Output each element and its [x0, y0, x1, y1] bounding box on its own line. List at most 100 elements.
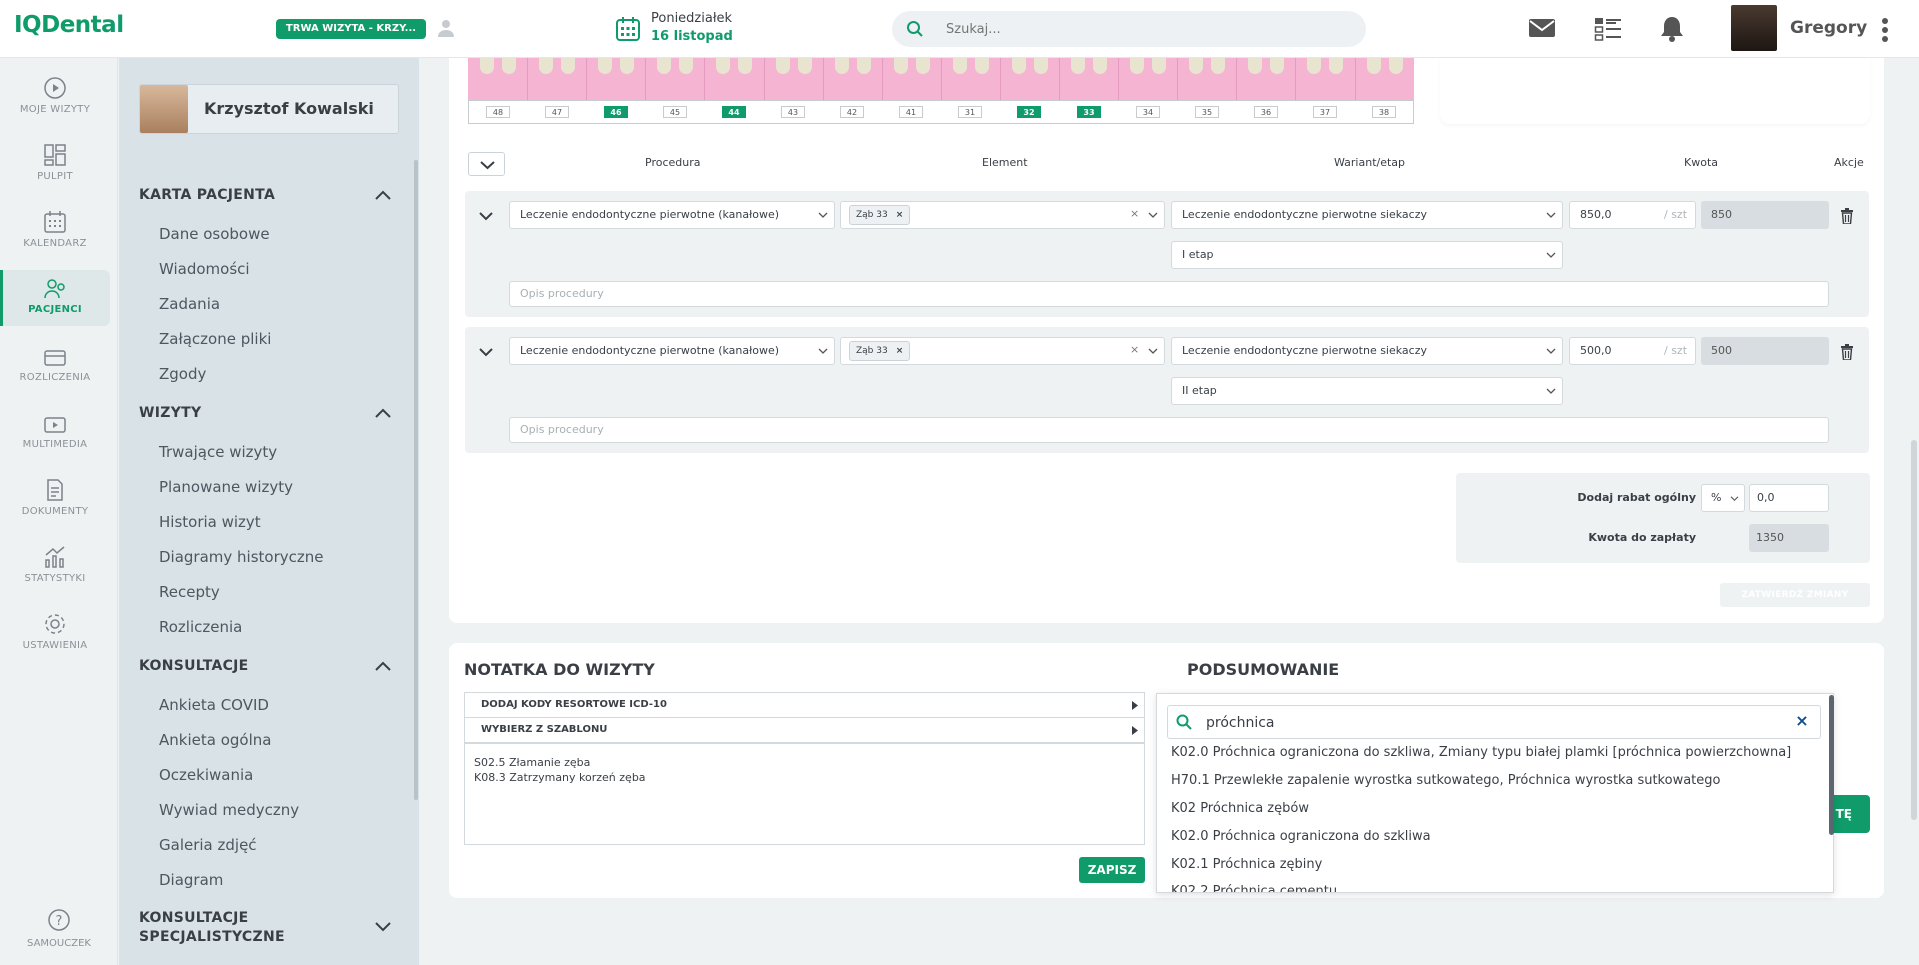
app-logo[interactable]: IQDental: [14, 12, 124, 38]
tooth-number-41[interactable]: 41: [899, 106, 923, 118]
icd-search-input[interactable]: [1206, 712, 1766, 734]
tooth-number-48[interactable]: 48: [486, 106, 510, 118]
tooth-tag[interactable]: Ząb 33 ×: [849, 341, 911, 361]
sidebar-item-prescriptions[interactable]: Recepty: [159, 583, 220, 601]
sidebar-item-planned-visits[interactable]: Planowane wizyty: [159, 478, 293, 496]
clear-icon[interactable]: ×: [1130, 207, 1139, 220]
visit-status-badge[interactable]: TRWA WIZYTA - KRZY...: [276, 19, 426, 39]
nav-my-visits[interactable]: MOJE WIZYTY: [0, 76, 110, 132]
discount-input[interactable]: 0,0: [1749, 484, 1829, 512]
tooth-number-31[interactable]: 31: [958, 106, 982, 118]
section-patient-card[interactable]: KARTA PACJENTA: [139, 187, 275, 203]
chevron-up-icon[interactable]: [374, 660, 392, 672]
icd-option[interactable]: K02.2 Próchnica cementu: [1171, 884, 1337, 892]
stage-select[interactable]: II etap: [1171, 377, 1563, 405]
nav-settlements[interactable]: ROZLICZENIA: [0, 348, 110, 404]
sidebar-item-expectations[interactable]: Oczekiwania: [159, 766, 253, 784]
tooth-number-34[interactable]: 34: [1136, 106, 1160, 118]
add-icd-codes-accordion[interactable]: DODAJ KODY RESORTOWE ICD-10: [464, 692, 1145, 718]
sidebar-item-covid-survey[interactable]: Ankieta COVID: [159, 696, 269, 714]
user-icon[interactable]: [436, 18, 456, 38]
sidebar-item-historical-diagrams[interactable]: Diagramy historyczne: [159, 548, 324, 566]
chevron-down-icon[interactable]: [374, 921, 392, 933]
tooth-number-42[interactable]: 42: [840, 106, 864, 118]
nav-multimedia[interactable]: MULTIMEDIA: [0, 415, 110, 471]
icd-option[interactable]: K02 Próchnica zębów: [1171, 801, 1309, 816]
icd-option[interactable]: K02.1 Próchnica zębiny: [1171, 857, 1322, 872]
user-avatar[interactable]: [1731, 5, 1777, 51]
tooth-number-38[interactable]: 38: [1372, 106, 1396, 118]
icd-option[interactable]: K02.0 Próchnica ograniczona do szkliwa, …: [1171, 745, 1791, 760]
sidebar-item-consents[interactable]: Zgody: [159, 365, 206, 383]
section-specialist-consultations[interactable]: KONSULTACJE SPECJALISTYCZNE: [139, 909, 359, 947]
nav-settings[interactable]: USTAWIENIA: [0, 612, 110, 668]
procedure-description[interactable]: Opis procedury: [509, 417, 1829, 443]
procedure-description[interactable]: Opis procedury: [509, 281, 1829, 307]
sidebar-item-ongoing-visits[interactable]: Trwające wizyty: [159, 443, 277, 461]
procedure-select[interactable]: Leczenie endodontyczne pierwotne (kanało…: [509, 201, 835, 229]
section-visits[interactable]: WIZYTY: [139, 405, 201, 421]
user-name[interactable]: Gregory: [1790, 18, 1867, 38]
search-input[interactable]: [946, 14, 1346, 44]
sidebar-item-tasks[interactable]: Zadania: [159, 295, 220, 313]
more-menu-icon[interactable]: [1880, 16, 1890, 44]
sidebar-scrollbar[interactable]: [414, 160, 418, 800]
tooth-tag[interactable]: Ząb 33 ×: [849, 205, 911, 225]
sidebar-item-general-survey[interactable]: Ankieta ogólna: [159, 731, 271, 749]
tooth-number-44[interactable]: 44: [722, 106, 746, 118]
chevron-up-icon[interactable]: [374, 407, 392, 419]
icd-option[interactable]: H70.1 Przewlekłe zapalenie wyrostka sutk…: [1171, 773, 1720, 788]
variant-select[interactable]: Leczenie endodontyczne pierwotne siekacz…: [1171, 201, 1563, 229]
tooth-number-33[interactable]: 33: [1077, 106, 1101, 118]
close-icon[interactable]: ×: [896, 210, 904, 220]
note-textarea[interactable]: S02.5 Złamanie zęba K08.3 Zatrzymany kor…: [464, 743, 1145, 845]
nav-calendar[interactable]: KALENDARZ: [0, 210, 110, 266]
sidebar-item-personal-data[interactable]: Dane osobowe: [159, 225, 270, 243]
tooth-number-37[interactable]: 37: [1313, 106, 1337, 118]
close-icon[interactable]: ×: [1795, 711, 1809, 731]
chevron-up-icon[interactable]: [374, 189, 392, 201]
tooth-number-46[interactable]: 46: [604, 106, 628, 118]
close-icon[interactable]: ×: [896, 346, 904, 356]
clear-icon[interactable]: ×: [1130, 343, 1139, 356]
sidebar-item-settlements[interactable]: Rozliczenia: [159, 618, 242, 636]
chevron-down-icon[interactable]: [478, 347, 494, 357]
main-scrollbar[interactable]: [1911, 440, 1917, 820]
stage-select[interactable]: I etap: [1171, 241, 1563, 269]
confirm-changes-button[interactable]: ZATWIERDŹ ZMIANY: [1720, 583, 1870, 607]
discount-unit-select[interactable]: %: [1701, 484, 1745, 512]
nav-tutorial[interactable]: ? SAMOUCZEK: [0, 908, 118, 949]
choose-template-accordion[interactable]: WYBIERZ Z SZABLONU: [464, 717, 1145, 743]
nav-patients[interactable]: PACJENCI: [0, 270, 110, 326]
tooth-number-45[interactable]: 45: [663, 106, 687, 118]
sidebar-item-attachments[interactable]: Załączone pliki: [159, 330, 271, 348]
dropdown-scrollbar[interactable]: [1829, 695, 1834, 835]
play-circle-icon: [44, 77, 66, 99]
nav-dashboard[interactable]: PULPIT: [0, 143, 110, 199]
tooth-number-36[interactable]: 36: [1254, 106, 1278, 118]
sidebar-item-medical-interview[interactable]: Wywiad medyczny: [159, 801, 299, 819]
trash-icon[interactable]: [1840, 344, 1854, 360]
chevron-down-icon[interactable]: [478, 211, 494, 221]
tooth-root: [1130, 58, 1144, 74]
section-consultations[interactable]: KONSULTACJE: [139, 658, 249, 674]
task-list-icon[interactable]: [1594, 16, 1622, 42]
sidebar-item-photo-gallery[interactable]: Galeria zdjęć: [159, 836, 257, 854]
sidebar-item-messages[interactable]: Wiadomości: [159, 260, 250, 278]
save-note-button[interactable]: ZAPISZ: [1079, 857, 1145, 883]
bell-icon[interactable]: [1660, 15, 1684, 43]
mail-icon[interactable]: [1528, 16, 1556, 40]
icd-option[interactable]: K02.0 Próchnica ograniczona do szkliwa: [1171, 829, 1431, 844]
tooth-number-47[interactable]: 47: [545, 106, 569, 118]
nav-statistics[interactable]: STATYSTYKI: [0, 545, 110, 601]
variant-select[interactable]: Leczenie endodontyczne pierwotne siekacz…: [1171, 337, 1563, 365]
tooth-number-43[interactable]: 43: [781, 106, 805, 118]
tooth-number-32[interactable]: 32: [1017, 106, 1041, 118]
trash-icon[interactable]: [1840, 208, 1854, 224]
sidebar-item-visit-history[interactable]: Historia wizyt: [159, 513, 261, 531]
collapse-all-button[interactable]: [468, 152, 505, 176]
procedure-select[interactable]: Leczenie endodontyczne pierwotne (kanało…: [509, 337, 835, 365]
nav-documents[interactable]: DOKUMENTY: [0, 478, 110, 534]
tooth-number-35[interactable]: 35: [1195, 106, 1219, 118]
sidebar-item-diagram[interactable]: Diagram: [159, 871, 223, 889]
